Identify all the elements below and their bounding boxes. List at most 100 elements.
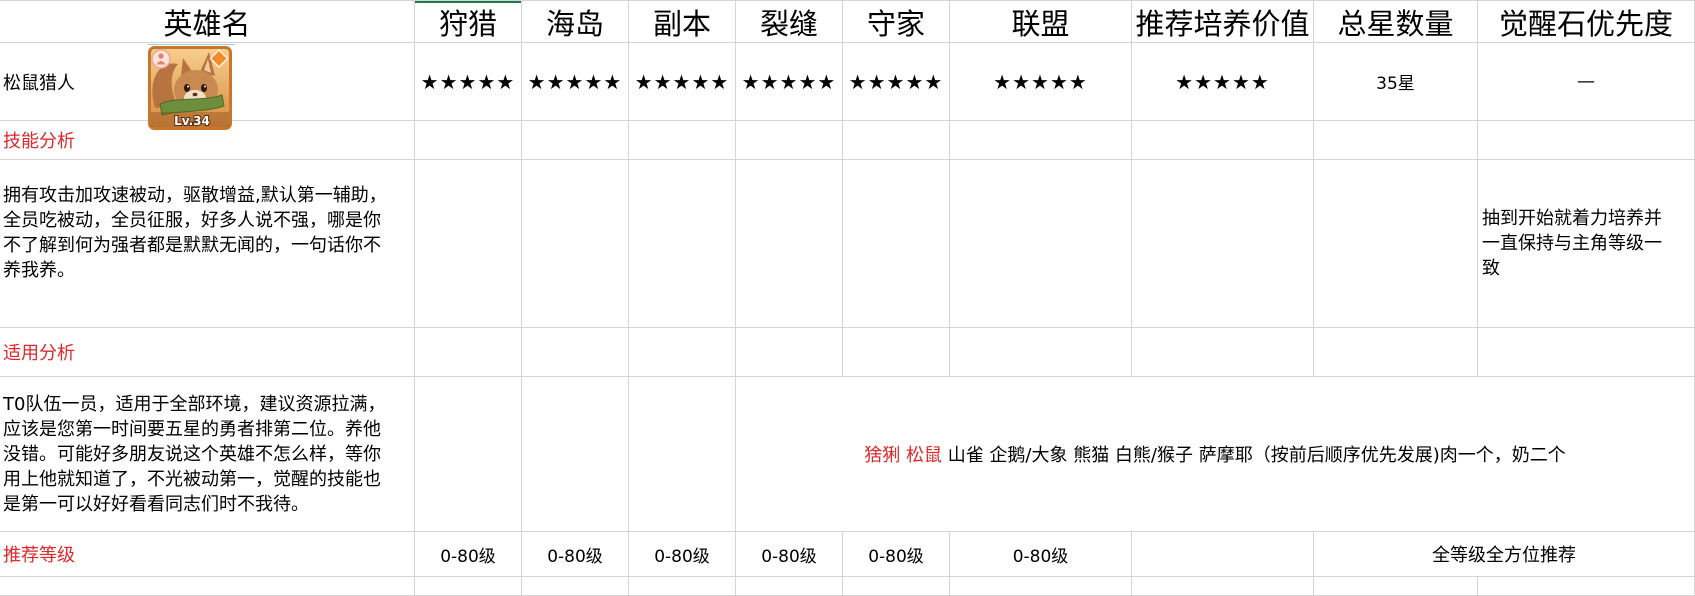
usage-analysis-text-cell[interactable]: T0队伍一员，适用于全部环境，建议资源拉满， 应该是您第一时间要五星的勇者排第二…: [0, 377, 415, 532]
section-label-cell-usage[interactable]: 适用分析: [0, 328, 415, 377]
text-line: 应该是您第一时间要五星的勇者排第二位。养他: [3, 418, 381, 440]
level-cell-alliance[interactable]: 0-80级: [950, 532, 1132, 577]
hero-class-icon: [151, 49, 171, 69]
overall-level-text: 全等级全方位推荐: [1432, 545, 1576, 566]
empty-cell[interactable]: [629, 121, 736, 160]
empty-cell[interactable]: [1314, 121, 1478, 160]
rating-cell-rift[interactable]: ★★★★★: [736, 43, 843, 121]
awaken-note-cell[interactable]: 抽到开始就着力培养并 一直保持与主角等级一 致: [1478, 160, 1695, 328]
empty-cell[interactable]: [0, 577, 415, 596]
empty-cell[interactable]: [1478, 328, 1695, 377]
empty-cell[interactable]: [522, 160, 629, 328]
empty-cell[interactable]: [736, 328, 843, 377]
empty-cell[interactable]: [629, 160, 736, 328]
level-cell-island[interactable]: 0-80级: [522, 532, 629, 577]
empty-cell[interactable]: [1132, 532, 1314, 577]
header-label-rift: 裂缝: [759, 6, 818, 41]
header-cell-dungeon[interactable]: 副本: [629, 0, 736, 43]
awaken-priority-value: —: [1577, 71, 1595, 92]
empty-cell[interactable]: [415, 121, 522, 160]
header-label-home-defense: 守家: [866, 6, 925, 41]
text-line: 致: [1482, 258, 1500, 279]
level-cell-home-defense[interactable]: 0-80级: [843, 532, 950, 577]
empty-cell[interactable]: [843, 328, 950, 377]
total-stars-cell[interactable]: 35星: [1314, 43, 1478, 121]
squirrel-eye: [184, 84, 190, 92]
awaken-priority-cell[interactable]: —: [1478, 43, 1695, 121]
text-line: 是第一可以好好看看同志们时不我待。: [3, 493, 309, 515]
empty-cell[interactable]: [629, 577, 736, 596]
empty-cell[interactable]: [1314, 577, 1478, 596]
team-priority-text: 猞猁 松鼠 山雀 企鹅/大象 熊猫 白熊/猴子 萨摩耶（按前后顺序优先发展)肉一…: [864, 441, 1566, 467]
empty-cell[interactable]: [736, 160, 843, 328]
empty-cell[interactable]: [522, 577, 629, 596]
header-cell-hunting[interactable]: 狩猎: [415, 0, 522, 43]
header-cell-awaken-priority[interactable]: 觉醒石优先度: [1478, 0, 1695, 43]
empty-cell[interactable]: [629, 377, 736, 532]
empty-cell[interactable]: [629, 328, 736, 377]
empty-cell[interactable]: [950, 121, 1132, 160]
header-cell-training-value[interactable]: 推荐培养价值: [1132, 0, 1314, 43]
star-rating: ★★★★★: [420, 69, 516, 94]
header-label-awaken-priority: 觉醒石优先度: [1498, 6, 1673, 41]
team-priority-highlight: 猞猁 松鼠: [864, 445, 942, 466]
empty-cell[interactable]: [1478, 121, 1695, 160]
section-label-level: 推荐等级: [3, 545, 75, 566]
empty-cell[interactable]: [1314, 160, 1478, 328]
level-cell-dungeon[interactable]: 0-80级: [629, 532, 736, 577]
rating-cell-home-defense[interactable]: ★★★★★: [843, 43, 950, 121]
empty-cell[interactable]: [736, 577, 843, 596]
level-cell-rift[interactable]: 0-80级: [736, 532, 843, 577]
empty-cell[interactable]: [522, 377, 629, 532]
header-label-alliance: 联盟: [1011, 6, 1070, 41]
rating-cell-alliance[interactable]: ★★★★★: [950, 43, 1132, 121]
rating-cell-training-value[interactable]: ★★★★★: [1132, 43, 1314, 121]
level-cell-hunting[interactable]: 0-80级: [415, 532, 522, 577]
empty-cell[interactable]: [415, 377, 522, 532]
text-line: 一直保持与主角等级一: [1482, 233, 1662, 254]
empty-cell[interactable]: [1132, 328, 1314, 377]
empty-cell[interactable]: [1314, 328, 1478, 377]
rating-cell-dungeon[interactable]: ★★★★★: [629, 43, 736, 121]
empty-cell[interactable]: [843, 160, 950, 328]
header-cell-rift[interactable]: 裂缝: [736, 0, 843, 43]
empty-cell[interactable]: [522, 121, 629, 160]
level-range: 0-80级: [868, 546, 924, 567]
star-rating: ★★★★★: [1175, 69, 1270, 94]
overall-level-merged-cell[interactable]: 全等级全方位推荐: [1314, 532, 1695, 577]
empty-cell[interactable]: [415, 577, 522, 596]
empty-cell[interactable]: [843, 121, 950, 160]
level-range: 0-80级: [761, 546, 817, 567]
empty-cell[interactable]: [522, 328, 629, 377]
rating-cell-hunting[interactable]: ★★★★★: [415, 43, 522, 121]
empty-cell[interactable]: [950, 160, 1132, 328]
empty-cell[interactable]: [1132, 577, 1314, 596]
empty-cell[interactable]: [1132, 121, 1314, 160]
header-cell-alliance[interactable]: 联盟: [950, 0, 1132, 43]
section-label-cell-level[interactable]: 推荐等级: [0, 532, 415, 577]
header-cell-island[interactable]: 海岛: [522, 0, 629, 43]
empty-cell[interactable]: [950, 577, 1132, 596]
empty-cell[interactable]: [843, 577, 950, 596]
squirrel-eye: [201, 84, 207, 92]
team-priority-merged-cell[interactable]: 猞猁 松鼠 山雀 企鹅/大象 熊猫 白熊/猴子 萨摩耶（按前后顺序优先发展)肉一…: [736, 377, 1695, 532]
header-cell-hero-name[interactable]: 英雄名: [0, 0, 415, 43]
text-line: 没错。可能好多朋友说这个英雄不怎么样，等你: [3, 443, 381, 465]
picture-frame-line: [148, 44, 235, 45]
hero-name: 松鼠猎人: [3, 72, 75, 94]
empty-cell[interactable]: [1132, 160, 1314, 328]
empty-cell[interactable]: [950, 328, 1132, 377]
empty-cell[interactable]: [415, 160, 522, 328]
empty-cell[interactable]: [415, 328, 522, 377]
empty-cell[interactable]: [1478, 577, 1695, 596]
header-cell-home-defense[interactable]: 守家: [843, 0, 950, 43]
header-cell-total-stars[interactable]: 总星数量: [1314, 0, 1478, 43]
empty-cell[interactable]: [736, 121, 843, 160]
hero-portrait[interactable]: Lv.34: [148, 46, 232, 130]
section-label-skill: 技能分析: [3, 131, 75, 152]
header-label-total-stars: 总星数量: [1337, 6, 1454, 41]
rating-cell-island[interactable]: ★★★★★: [522, 43, 629, 121]
skill-analysis-text-cell[interactable]: 拥有攻击加攻速被动，驱散增益,默认第一辅助， 全员吃被动，全员征服，好多人说不强…: [0, 160, 415, 328]
text-line: 全员吃被动，全员征服，好多人说不强，哪是你: [3, 209, 381, 231]
star-rating: ★★★★★: [527, 69, 623, 94]
